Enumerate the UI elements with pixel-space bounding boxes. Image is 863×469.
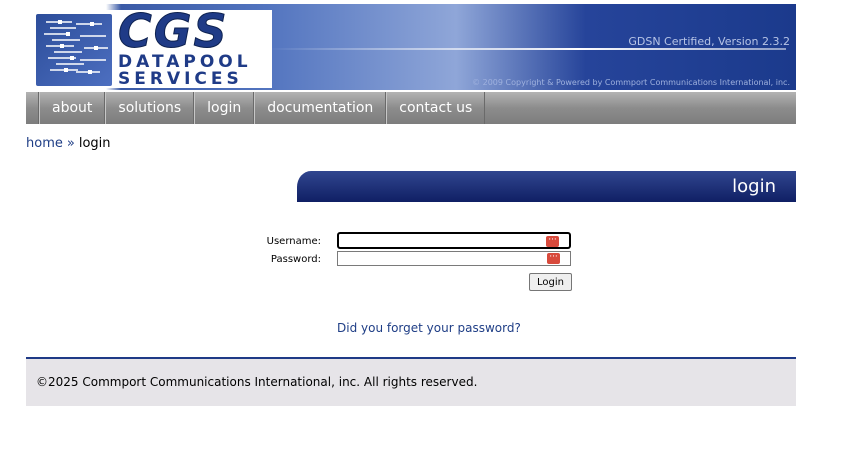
password-manager-icon[interactable]: ··· — [547, 253, 560, 264]
username-field[interactable]: ··· — [337, 232, 571, 249]
logo-text-services: SERVICES — [118, 69, 243, 89]
breadcrumb-current: login — [78, 136, 111, 151]
footer: ©2025 Commport Communications Internatio… — [26, 357, 796, 406]
logo-mark-icon — [36, 14, 112, 86]
page-wrapper: CGS DATAPOOL SERVICES GDSN Certified, Ve… — [26, 4, 796, 406]
logo[interactable]: CGS DATAPOOL SERVICES — [32, 4, 272, 89]
username-label: Username: — [266, 236, 321, 247]
logo-text-cgs: CGS — [118, 4, 229, 59]
header-swoosh — [266, 48, 786, 50]
nav-spacer — [26, 92, 39, 124]
nav-about[interactable]: about — [39, 92, 106, 124]
breadcrumb: home» login — [26, 136, 111, 151]
header-copyright: © 2009 Copyright & Powered by Commport C… — [472, 78, 790, 87]
password-label: Password: — [270, 254, 321, 265]
login-header: login — [297, 171, 796, 202]
password-manager-icon[interactable]: ··· — [546, 236, 559, 247]
breadcrumb-home-link[interactable]: home — [26, 136, 63, 151]
nav-contact-us[interactable]: contact us — [386, 92, 486, 124]
nav-documentation[interactable]: documentation — [254, 92, 387, 124]
main-nav: about solutions login documentation cont… — [26, 92, 796, 124]
breadcrumb-separator: » — [66, 136, 75, 151]
nav-login[interactable]: login — [194, 92, 255, 124]
header-banner: CGS DATAPOOL SERVICES GDSN Certified, Ve… — [26, 4, 796, 90]
password-field[interactable]: ··· — [337, 251, 571, 266]
forgot-password-link[interactable]: Did you forget your password? — [337, 321, 521, 335]
nav-solutions[interactable]: solutions — [105, 92, 195, 124]
certification-text: GDSN Certified, Version 2.3.2 — [628, 35, 790, 48]
login-button[interactable]: Login — [529, 273, 572, 291]
